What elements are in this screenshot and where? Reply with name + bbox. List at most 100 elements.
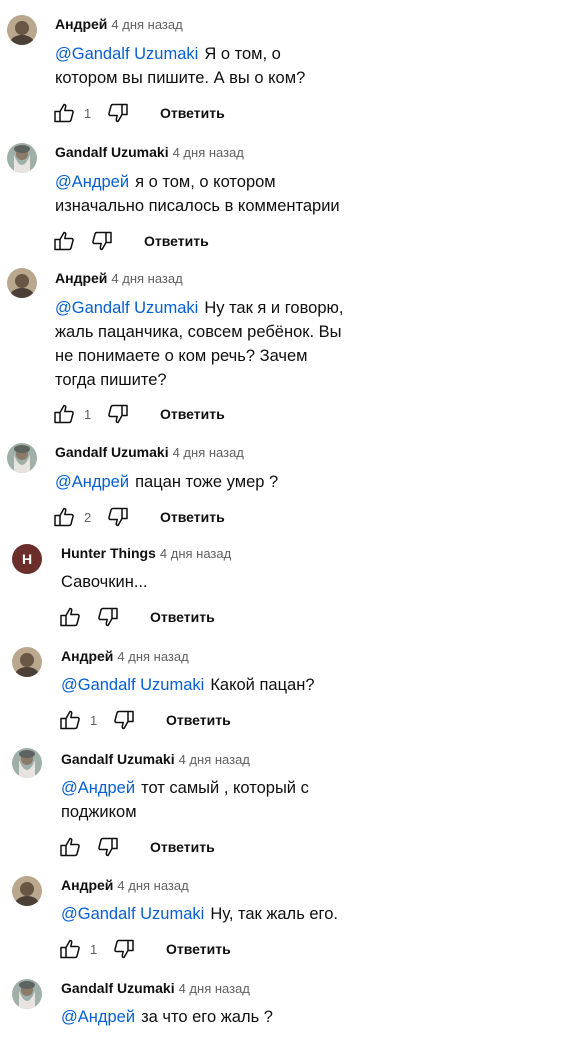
comment: Андрей 4 дня назад @Gandalf Uzumaki Какой … xyxy=(0,638,570,742)
comment-text: @Андрей я о том, о котором изначально пис… xyxy=(55,170,375,218)
avatar[interactable] xyxy=(12,876,42,906)
comment-text: @Андрей пацан тоже умер ? xyxy=(55,470,375,494)
like-button[interactable] xyxy=(58,937,82,961)
comment-time[interactable]: 4 дня назад xyxy=(179,981,250,996)
author-name[interactable]: Андрей xyxy=(55,270,107,286)
comment-text: @Gandalf Uzumaki Ну так я и говорю, жаль … xyxy=(55,296,375,392)
author-name[interactable]: Андрей xyxy=(55,16,107,32)
like-button[interactable] xyxy=(52,101,76,125)
avatar[interactable] xyxy=(7,143,37,173)
dislike-button[interactable] xyxy=(106,101,130,125)
mention-link[interactable]: @Андрей xyxy=(55,173,129,191)
mention-link[interactable]: @Андрей xyxy=(55,473,129,491)
comment: Gandalf Uzumaki 4 дня назад @Андрей пацан … xyxy=(0,430,570,534)
thumb-up-icon xyxy=(60,607,80,627)
comment: Андрей 4 дня назад @Gandalf Uzumaki Ну так… xyxy=(0,256,570,430)
avatar[interactable]: H xyxy=(12,544,42,574)
dislike-button[interactable] xyxy=(106,402,130,426)
avatar[interactable] xyxy=(7,15,37,45)
like-button[interactable] xyxy=(52,229,76,253)
author-name[interactable]: Hunter Things xyxy=(61,545,156,561)
thumb-down-icon xyxy=(98,837,118,857)
comment-actions: 2 Ответить xyxy=(52,505,225,529)
dislike-button[interactable] xyxy=(112,708,136,732)
comment-meta: Андрей 4 дня назад xyxy=(61,877,189,895)
comment-meta: Gandalf Uzumaki 4 дня назад xyxy=(55,444,244,462)
comment-time[interactable]: 4 дня назад xyxy=(111,17,182,32)
avatar[interactable] xyxy=(12,979,42,1009)
avatar[interactable] xyxy=(7,443,37,473)
comment-time[interactable]: 4 дня назад xyxy=(173,145,244,160)
comment-time[interactable]: 4 дня назад xyxy=(173,445,244,460)
comment-actions: Ответить xyxy=(58,835,215,859)
like-button[interactable] xyxy=(58,708,82,732)
comment: H Hunter Things 4 дня назад Савочкин... О… xyxy=(0,534,570,638)
reply-button[interactable]: Ответить xyxy=(150,839,215,855)
comment-time[interactable]: 4 дня назад xyxy=(117,649,188,664)
reply-button[interactable]: Ответить xyxy=(166,712,231,728)
like-button[interactable] xyxy=(58,835,82,859)
comment-text-line: Я о том, о xyxy=(204,45,281,63)
comment-actions: 1 Ответить xyxy=(52,101,225,125)
thumb-down-icon xyxy=(108,103,128,123)
avatar[interactable] xyxy=(12,748,42,778)
comment-text-line: Савочкин... xyxy=(61,573,148,591)
thumb-down-icon xyxy=(114,939,134,959)
comment-actions: 1 Ответить xyxy=(58,708,231,732)
dislike-button[interactable] xyxy=(106,505,130,529)
like-button[interactable] xyxy=(52,402,76,426)
dislike-button[interactable] xyxy=(96,605,120,629)
comment-text: @Gandalf Uzumaki Ну, так жаль его. xyxy=(61,902,381,926)
thumb-up-icon xyxy=(60,837,80,857)
thumb-up-icon xyxy=(54,231,74,251)
reply-button[interactable]: Ответить xyxy=(144,233,209,249)
dislike-button[interactable] xyxy=(112,937,136,961)
comment-text-line: жаль пацанчика, совсем ребёнок. Вы xyxy=(55,323,342,341)
comment-time[interactable]: 4 дня назад xyxy=(117,878,188,893)
mention-link[interactable]: @Андрей xyxy=(61,1008,135,1026)
reply-button[interactable]: Ответить xyxy=(150,609,215,625)
comment-meta: Gandalf Uzumaki 4 дня назад xyxy=(61,751,250,769)
reply-button[interactable]: Ответить xyxy=(160,509,225,525)
mention-link[interactable]: @Андрей xyxy=(61,779,135,797)
mention-link[interactable]: @Gandalf Uzumaki xyxy=(55,45,198,63)
avatar[interactable] xyxy=(12,647,42,677)
comment-text-line: Ну, так жаль его. xyxy=(210,905,338,923)
reply-button[interactable]: Ответить xyxy=(166,941,231,957)
thumb-down-icon xyxy=(92,231,112,251)
comment-text-line: не понимаете о ком речь? Зачем xyxy=(55,347,308,365)
reply-button[interactable]: Ответить xyxy=(160,406,225,422)
comment-text-line: пацан тоже умер ? xyxy=(135,473,279,491)
reply-button[interactable]: Ответить xyxy=(160,105,225,121)
comment-actions: 1 Ответить xyxy=(52,402,225,426)
comment: Андрей 4 дня назад @Gandalf Uzumaki Я о то… xyxy=(0,0,570,128)
author-name[interactable]: Gandalf Uzumaki xyxy=(55,144,169,160)
comment-time[interactable]: 4 дня назад xyxy=(160,546,231,561)
thumb-down-icon xyxy=(108,507,128,527)
author-name[interactable]: Gandalf Uzumaki xyxy=(55,444,169,460)
like-count: 1 xyxy=(90,712,98,728)
author-name[interactable]: Андрей xyxy=(61,877,113,893)
comment-text-line: тот самый , который с xyxy=(141,779,309,797)
like-count: 1 xyxy=(90,941,98,957)
like-button[interactable] xyxy=(52,505,76,529)
author-name[interactable]: Андрей xyxy=(61,648,113,664)
dislike-button[interactable] xyxy=(90,229,114,253)
dislike-button[interactable] xyxy=(96,835,120,859)
comment-text-line: котором вы пишите. А вы о ком? xyxy=(55,69,306,87)
thumb-up-icon xyxy=(54,507,74,527)
like-button[interactable] xyxy=(58,605,82,629)
mention-link[interactable]: @Gandalf Uzumaki xyxy=(61,676,204,694)
author-name[interactable]: Gandalf Uzumaki xyxy=(61,751,175,767)
comment-time[interactable]: 4 дня назад xyxy=(179,752,250,767)
mention-link[interactable]: @Gandalf Uzumaki xyxy=(55,299,198,317)
like-count: 2 xyxy=(84,509,92,525)
thumb-down-icon xyxy=(108,404,128,424)
comment-time[interactable]: 4 дня назад xyxy=(111,271,182,286)
avatar[interactable] xyxy=(7,268,37,298)
author-name[interactable]: Gandalf Uzumaki xyxy=(61,980,175,996)
comment-actions: 1 Ответить xyxy=(58,937,231,961)
comment-meta: Gandalf Uzumaki 4 дня назад xyxy=(55,144,244,162)
mention-link[interactable]: @Gandalf Uzumaki xyxy=(61,905,204,923)
comment-text-line: я о том, о котором xyxy=(135,173,276,191)
